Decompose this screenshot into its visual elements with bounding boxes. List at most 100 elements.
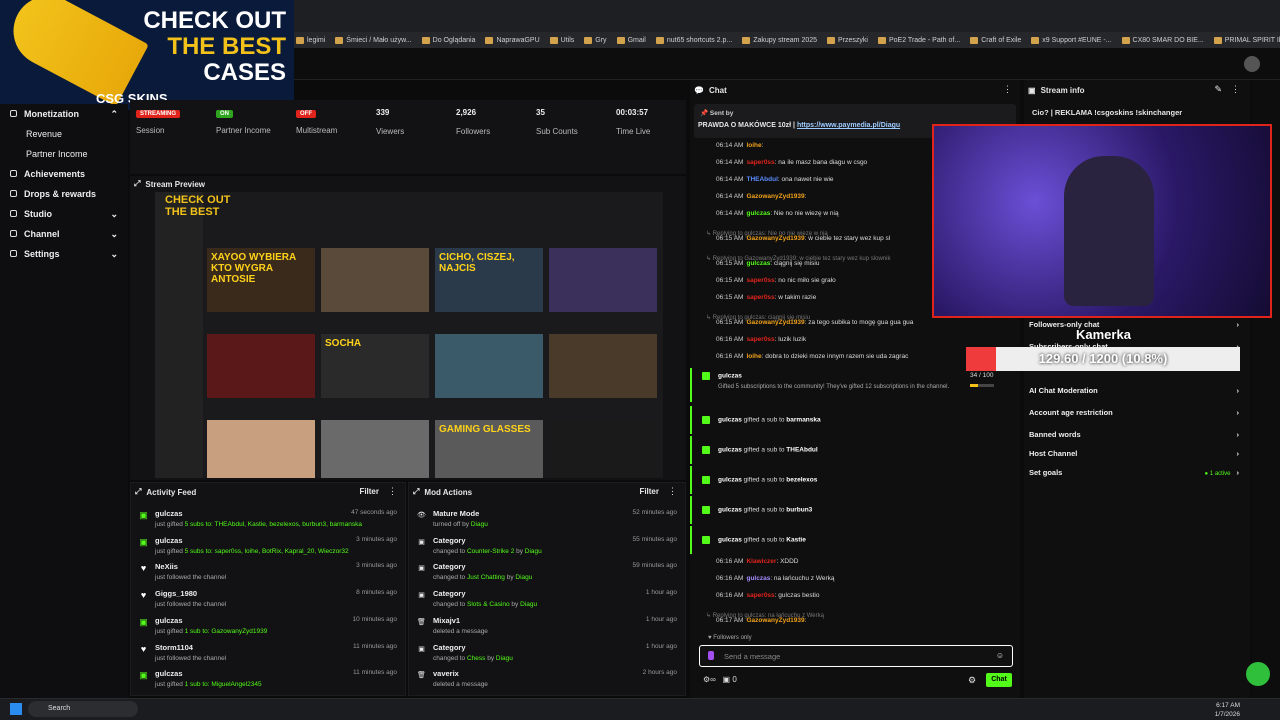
gift-from[interactable]: gulczas [718, 477, 742, 484]
video-thumbnail[interactable] [549, 248, 657, 312]
bookmark-item[interactable]: Przeszyki [827, 36, 868, 44]
info-setting-row[interactable]: Host Channel › [1029, 449, 1239, 458]
bookmark-item[interactable]: x9 Support #EUNE -... [1031, 36, 1112, 44]
chat-username[interactable]: GazowanyZyd1939 [746, 235, 804, 242]
info-setting-row[interactable]: Account age restriction › [1029, 408, 1239, 417]
video-thumbnail[interactable] [321, 420, 429, 478]
sidebar-item[interactable]: Studio ⌄ [0, 204, 128, 224]
sidebar-item[interactable]: Channel ⌄ [0, 224, 128, 244]
mod-highlight[interactable]: Chess [467, 655, 485, 662]
chat-username[interactable]: THEAbdul [746, 176, 777, 183]
bookmark-item[interactable]: Do Oglądania [421, 36, 475, 44]
chat-username[interactable]: saper0ss [746, 336, 774, 343]
gift-from[interactable]: gulczas [718, 537, 742, 544]
bookmark-item[interactable]: Utils [549, 36, 574, 44]
gift-to[interactable]: barmanska [786, 417, 820, 424]
expand-icon[interactable]: ⤢ [135, 487, 141, 497]
gift-from[interactable]: gulczas [718, 507, 742, 514]
chat-input[interactable]: Send a message ☺ [699, 645, 1013, 667]
mod-by[interactable]: Diagu [525, 548, 542, 555]
video-thumbnail[interactable]: XAYOO WYBIERA KTO WYGRA ANTOSIE [207, 248, 315, 312]
chat-username[interactable]: gulczas [746, 575, 770, 582]
video-thumbnail[interactable] [549, 420, 657, 478]
chevron-right-icon[interactable]: › [1237, 320, 1240, 329]
mod-highlight[interactable]: Counter-Strike 2 [467, 548, 514, 555]
bookmark-item[interactable]: CX80 SMAR DO BIE... [1121, 36, 1204, 44]
gift-from[interactable]: gulczas [718, 447, 742, 454]
bookmark-item[interactable]: legimi [296, 36, 325, 44]
bookmark-item[interactable]: Zakupy stream 2025 [742, 36, 817, 44]
edit-icon[interactable]: ✎ [1214, 84, 1222, 95]
video-thumbnail[interactable] [549, 334, 657, 398]
gift-user[interactable]: gulczas [718, 373, 742, 380]
chat-username[interactable]: loihe [746, 142, 761, 149]
mod-by[interactable]: Diagu [515, 574, 532, 581]
chat-username[interactable]: Klawiczer [746, 558, 776, 565]
activity-highlight[interactable]: 5 subs to: THEAbdul, Kastie, bezelexos, … [185, 521, 362, 528]
chat-send-button[interactable]: Chat [986, 673, 1012, 687]
mod-by[interactable]: Diagu [471, 521, 488, 528]
sidebar-item[interactable]: Monetization ⌃ [0, 104, 128, 124]
chat-username[interactable]: gulczas [746, 260, 770, 267]
chat-bottom-icons[interactable]: ⚙∞ ▣ 0 [703, 675, 737, 684]
bookmark-item[interactable]: PoE2 Trade - Path of... [877, 36, 960, 44]
gift-from[interactable]: gulczas [718, 417, 742, 424]
bookmark-item[interactable]: PRIMAL SPIRIT Iberi... [1213, 36, 1280, 44]
stream-preview-video[interactable]: CHECK OUT THE BEST XAYOO WYBIERA KTO WYGR… [155, 192, 663, 478]
gift-to[interactable]: bezelexos [786, 477, 817, 484]
sidebar-item[interactable]: Drops & rewards [0, 184, 128, 204]
activity-highlight[interactable]: 1 sub to: MiguelAngel2345 [185, 681, 262, 688]
video-thumbnail[interactable] [207, 334, 315, 398]
mod-by[interactable]: Diagu [520, 601, 537, 608]
chat-username[interactable]: GazowanyZyd1939 [746, 193, 804, 200]
info-setting-row[interactable]: AI Chat Moderation › [1029, 386, 1239, 395]
video-thumbnail[interactable]: CICHO, CISZEJ, NAJCIS [435, 248, 543, 312]
video-thumbnail[interactable] [435, 334, 543, 398]
chat-username[interactable]: GazowanyZyd1939 [746, 319, 804, 326]
more-icon[interactable]: ⋮ [388, 486, 397, 497]
mod-filter-button[interactable]: Filter [639, 487, 659, 496]
avatar[interactable] [1244, 56, 1260, 72]
more-icon[interactable]: ⋮ [1003, 84, 1012, 95]
chevron-right-icon[interactable]: › [1237, 430, 1240, 439]
mod-highlight[interactable]: Just Chatting [467, 574, 505, 581]
chat-username[interactable]: gulczas [746, 210, 770, 217]
chat-username[interactable]: saper0ss [746, 294, 774, 301]
activity-filter-button[interactable]: Filter [359, 487, 379, 496]
activity-highlight[interactable]: 5 subs to: saper0ss, loihe, BotRix, Kapr… [185, 548, 349, 555]
bookmark-item[interactable]: NaprawaGPU [485, 36, 540, 44]
chevron-right-icon[interactable]: › [1237, 386, 1240, 395]
video-thumbnail[interactable] [321, 248, 429, 312]
chevron-icon[interactable]: ⌄ [110, 229, 118, 240]
bookmark-item[interactable]: Craft of Exile [970, 36, 1021, 44]
settings-icon[interactable]: ⚙ [968, 675, 976, 686]
sidebar-item[interactable]: Revenue [0, 124, 128, 144]
chat-username[interactable]: saper0ss [746, 159, 774, 166]
help-bubble-icon[interactable] [1246, 662, 1270, 686]
sidebar-item[interactable]: Partner Income [0, 144, 128, 164]
gift-to[interactable]: Kastie [786, 537, 806, 544]
taskbar-search[interactable]: Search [28, 701, 138, 717]
windows-start-icon[interactable] [10, 703, 22, 715]
mod-by[interactable]: Diagu [496, 655, 513, 662]
bookmark-item[interactable]: nut65 shortcuts 2.p... [655, 36, 732, 44]
gift-to[interactable]: burbun3 [786, 507, 812, 514]
chat-username[interactable]: saper0ss [746, 277, 774, 284]
emoji-icon[interactable]: ☺ [996, 651, 1004, 660]
chat-username[interactable]: saper0ss [746, 592, 774, 599]
video-thumbnail[interactable]: SOCHA [321, 334, 429, 398]
video-thumbnail[interactable] [207, 420, 315, 478]
chevron-right-icon[interactable]: › [1237, 468, 1240, 477]
sidebar-item[interactable]: Settings ⌄ [0, 244, 128, 264]
gift-to[interactable]: THEAbdul [786, 447, 817, 454]
bookmark-item[interactable]: Śmieci / Mało używ... [335, 36, 412, 44]
bookmark-item[interactable]: Gry [584, 36, 607, 44]
chat-username[interactable]: loihe [746, 353, 761, 360]
more-icon[interactable]: ⋮ [1231, 84, 1240, 95]
chat-username[interactable]: GazowanyZyd1939 [746, 617, 804, 624]
activity-highlight[interactable]: 1 sub to: GazowanyZyd1939 [185, 628, 268, 635]
bookmark-item[interactable]: Gmail [616, 36, 646, 44]
sidebar-item[interactable]: Achievements [0, 164, 128, 184]
expand-icon[interactable]: ⤢ [134, 179, 140, 189]
info-setting-row[interactable]: Banned words › [1029, 430, 1239, 439]
